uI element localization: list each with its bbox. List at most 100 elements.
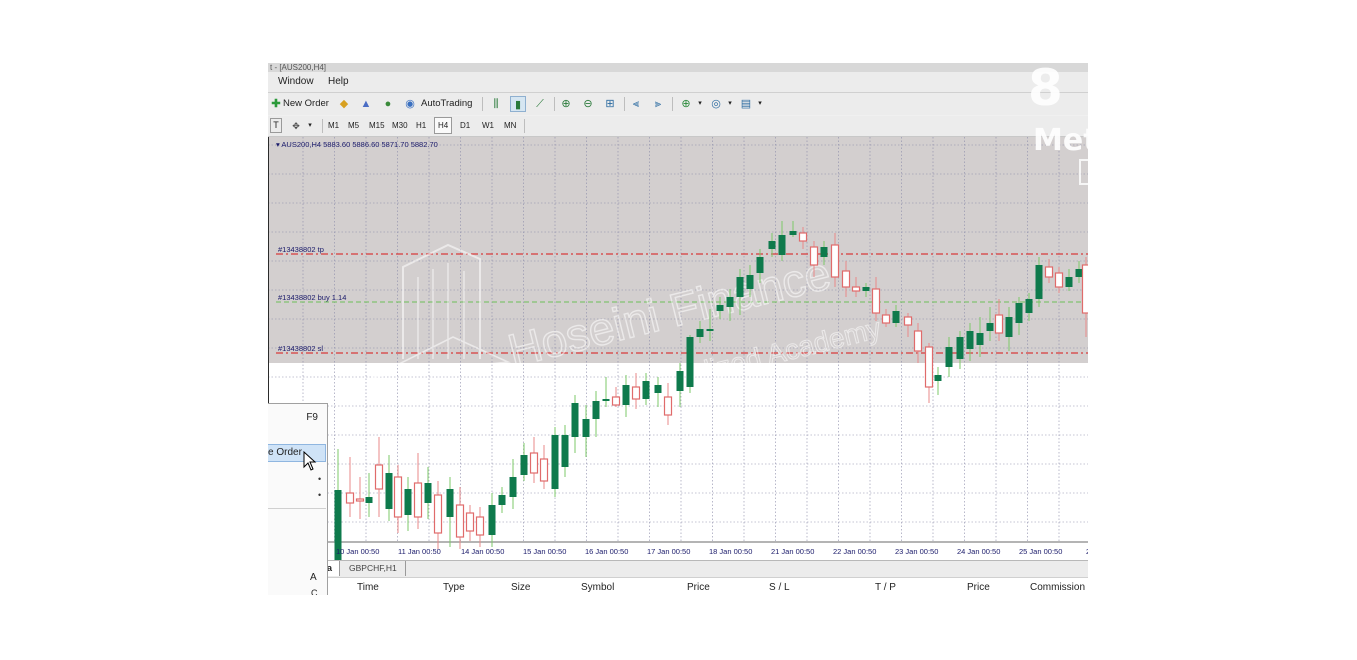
- candle-body-bear: [851, 286, 861, 292]
- price-chart[interactable]: Hoseini Finance Finance Specialized Acad…: [268, 137, 1088, 560]
- chevron-down-icon[interactable]: ▾: [752, 96, 768, 112]
- candle-body-bull: [592, 401, 600, 419]
- context-menu: F9 e Order • • A C: [268, 403, 328, 595]
- timeframe-m15[interactable]: M15: [366, 118, 388, 133]
- timeframe-m1[interactable]: M1: [325, 118, 342, 133]
- time-axis-tick-label: 25 Jan 00:50: [1019, 547, 1062, 556]
- context-menu-divider: [268, 508, 326, 509]
- toolbar-separator: [672, 97, 673, 111]
- autotrading-icon[interactable]: ◉: [402, 96, 418, 112]
- candle-body-bull: [892, 311, 900, 323]
- terminal-panel: Time Type Size Symbol Price S / L T / P …: [327, 577, 1088, 595]
- candle-body-bull: [520, 455, 528, 475]
- candle-body-bear: [798, 232, 808, 242]
- candle-body-bull: [582, 419, 590, 437]
- time-axis-labels: 10 Jan 00:50 11 Jan 00:50 14 Jan 00:50 15 J…: [336, 547, 1088, 556]
- time-axis-tick-label: 16 Jan 00:50: [585, 547, 628, 556]
- menu-bar: Window Help: [268, 72, 1088, 93]
- candle-body-bull: [696, 329, 704, 337]
- toolbar-separator: [554, 97, 555, 111]
- candle-body-bear: [631, 386, 641, 400]
- logo-frame-icon: [1079, 159, 1088, 185]
- tab-active-chart[interactable]: a: [327, 561, 340, 576]
- candle-body-bear: [1044, 266, 1054, 278]
- tile-windows-icon[interactable]: ⊞: [602, 96, 618, 112]
- take-profit-label: #13438802 tp: [278, 245, 324, 254]
- col-symbol[interactable]: Symbol: [581, 582, 614, 593]
- new-order-icon[interactable]: ✚: [268, 96, 284, 112]
- text-tool-icon[interactable]: T: [270, 118, 282, 133]
- col-price[interactable]: Price: [687, 582, 710, 593]
- context-menu-item-c[interactable]: C: [311, 588, 318, 595]
- candle-body-bear: [413, 482, 423, 518]
- timeframe-mn[interactable]: MN: [501, 118, 519, 133]
- zoom-out-icon[interactable]: ⊖: [580, 96, 596, 112]
- context-menu-item-label: e Order: [268, 447, 302, 458]
- timeframe-m30[interactable]: M30: [389, 118, 411, 133]
- time-axis-tick-label: 2: [1086, 547, 1088, 556]
- line-chart-icon[interactable]: ⟋: [532, 96, 548, 112]
- tab-gbpchf[interactable]: GBPCHF,H1: [341, 561, 406, 576]
- candle-body-bear: [663, 396, 673, 416]
- candle-body-bear: [841, 270, 851, 288]
- context-menu-shortcut[interactable]: F9: [306, 412, 318, 423]
- menu-help[interactable]: Help: [328, 76, 349, 87]
- market-icon[interactable]: ●: [380, 96, 396, 112]
- context-menu-item-a[interactable]: A: [310, 572, 317, 583]
- candle-body-bull: [424, 483, 432, 503]
- time-axis-tick-label: 18 Jan 00:50: [709, 547, 752, 556]
- chart-canvas[interactable]: Hoseini Finance Finance Specialized Acad…: [268, 137, 1088, 560]
- col-type[interactable]: Type: [443, 582, 465, 593]
- candle-body-bull: [498, 495, 506, 505]
- candle-body-bear: [611, 396, 621, 406]
- bar-chart-icon[interactable]: ⫼: [488, 96, 504, 112]
- buy-order-label: #13438802 buy 1.14: [278, 293, 346, 302]
- candle-body-bull: [571, 403, 579, 437]
- context-menu-marker: •: [318, 490, 322, 500]
- col-time[interactable]: Time: [357, 582, 379, 593]
- zoom-in-icon[interactable]: ⊕: [558, 96, 574, 112]
- timeframe-h4[interactable]: H4: [434, 117, 453, 134]
- candle-body-bear: [1054, 272, 1064, 288]
- chevron-down-icon[interactable]: ▾: [692, 96, 708, 112]
- candle-body-bear: [539, 458, 549, 482]
- candle-body-bull: [966, 331, 974, 349]
- time-axis-tick-label: 15 Jan 00:50: [523, 547, 566, 556]
- timeframe-h1[interactable]: H1: [413, 118, 429, 133]
- chevron-down-icon[interactable]: ▾: [302, 118, 318, 134]
- trading-terminal-window: t - [AUS200,H4] Window Help ✚ New Order …: [268, 63, 1088, 595]
- candle-body-bull: [976, 333, 984, 345]
- chart-shift-icon[interactable]: ⫷: [628, 96, 644, 112]
- new-order-button[interactable]: New Order: [283, 96, 329, 112]
- candle-body-bear: [374, 464, 384, 490]
- candle-body-bear: [355, 498, 365, 502]
- timeframe-d1[interactable]: D1: [457, 118, 473, 133]
- context-menu-item-new-order[interactable]: e Order: [268, 444, 326, 462]
- col-price-current[interactable]: Price: [967, 582, 990, 593]
- expert-advisor-icon[interactable]: ◆: [336, 96, 352, 112]
- candle-body-bull: [768, 241, 776, 249]
- col-size[interactable]: Size: [511, 582, 530, 593]
- logo-text: Met: [1033, 123, 1088, 158]
- time-axis-tick-label: 17 Jan 00:50: [647, 547, 690, 556]
- candle-body-bear: [475, 516, 485, 536]
- col-commission[interactable]: Commission: [1030, 582, 1085, 593]
- candle-body-bull: [756, 257, 764, 273]
- candle-body-bull: [1025, 299, 1033, 313]
- auto-scroll-icon[interactable]: ⫸: [650, 96, 666, 112]
- menu-window[interactable]: Window: [278, 76, 314, 87]
- signals-icon[interactable]: ▲: [358, 96, 374, 112]
- candle-body-bear: [881, 314, 891, 324]
- timeframe-m5[interactable]: M5: [345, 118, 362, 133]
- col-stop-loss[interactable]: S / L: [769, 582, 790, 593]
- candle-body-bear: [830, 244, 840, 278]
- candle-body-bull: [561, 435, 569, 467]
- candle-body-bull: [986, 323, 994, 331]
- timeframe-w1[interactable]: W1: [479, 118, 497, 133]
- chevron-down-icon[interactable]: ▾: [722, 96, 738, 112]
- candle-body-bull: [654, 385, 662, 393]
- autotrading-button[interactable]: AutoTrading: [421, 96, 472, 112]
- candle-body-bull: [1015, 303, 1023, 323]
- col-take-profit[interactable]: T / P: [875, 582, 896, 593]
- candlestick-chart-icon[interactable]: ▮: [510, 96, 526, 112]
